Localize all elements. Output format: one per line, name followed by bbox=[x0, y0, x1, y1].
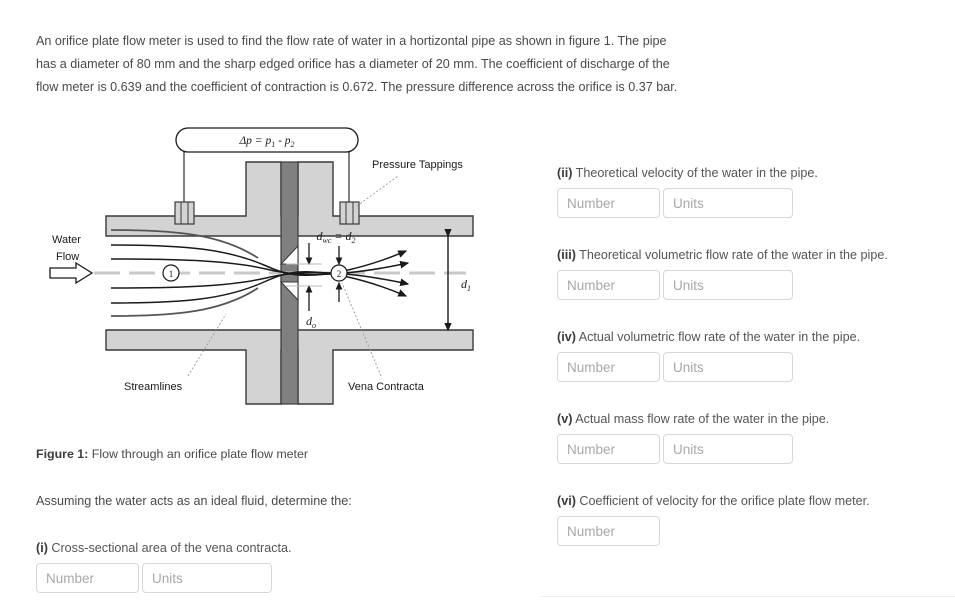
question-v-fields bbox=[557, 434, 829, 464]
question-ii-marker: (ii) bbox=[557, 166, 573, 180]
flow-arrow-icon bbox=[49, 261, 94, 285]
question-iv: (iv) Actual volumetric flow rate of the … bbox=[557, 330, 860, 382]
question-v-units-input[interactable] bbox=[663, 434, 793, 464]
question-i-number-input[interactable] bbox=[36, 563, 139, 593]
question-ii-number-input[interactable] bbox=[557, 188, 660, 218]
question-iv-units-input[interactable] bbox=[663, 352, 793, 382]
question-ii-fields bbox=[557, 188, 818, 218]
question-iii-label: (iii) Theoretical volumetric flow rate o… bbox=[557, 248, 888, 262]
question-iii-number-input[interactable] bbox=[557, 270, 660, 300]
question-iii-text: Theoretical volumetric flow rate of the … bbox=[575, 248, 888, 262]
figure-caption-text: Flow through an orifice plate flow meter bbox=[88, 447, 309, 461]
question-iv-label: (iv) Actual volumetric flow rate of the … bbox=[557, 330, 860, 344]
question-v-text: Actual mass flow rate of the water in th… bbox=[572, 412, 830, 426]
station-1-label: 1 bbox=[169, 269, 174, 279]
dwc-label: dwc = d2 bbox=[317, 229, 356, 245]
question-iv-number-input[interactable] bbox=[557, 352, 660, 382]
question-iv-fields bbox=[557, 352, 860, 382]
question-i-units-input[interactable] bbox=[142, 563, 272, 593]
question-iv-text: Actual volumetric flow rate of the water… bbox=[575, 330, 861, 344]
question-i-text: Cross-sectional area of the vena contrac… bbox=[47, 541, 292, 555]
question-iii: (iii) Theoretical volumetric flow rate o… bbox=[557, 248, 888, 300]
pressure-tappings-leader bbox=[356, 175, 399, 207]
question-ii-units-input[interactable] bbox=[663, 188, 793, 218]
question-i-marker: (i) bbox=[36, 541, 48, 555]
figure-container: Δp = p1 - p2 Water Flow 1 2 do dwc = d2 … bbox=[36, 118, 536, 413]
orifice-diagram-svg: Δp = p1 - p2 Water Flow 1 2 do dwc = d2 … bbox=[49, 127, 474, 405]
do-label: do bbox=[306, 314, 316, 330]
question-i: (i) Cross-sectional area of the vena con… bbox=[36, 541, 292, 593]
question-i-label: (i) Cross-sectional area of the vena con… bbox=[36, 541, 292, 555]
streamlines-label: Streamlines bbox=[124, 381, 183, 393]
orifice-diagram: Δp = p1 - p2 Water Flow 1 2 do dwc = d2 … bbox=[36, 118, 536, 413]
question-iii-fields bbox=[557, 270, 888, 300]
question-vi: (vi) Coefficient of velocity for the ori… bbox=[557, 494, 870, 546]
question-i-fields bbox=[36, 563, 292, 593]
station-2-label: 2 bbox=[337, 269, 342, 279]
pressure-tapping-left bbox=[174, 201, 195, 225]
manometer-label: Δp = p1 - p2 bbox=[238, 135, 294, 149]
question-vi-fields bbox=[557, 516, 870, 546]
question-iii-units-input[interactable] bbox=[663, 270, 793, 300]
question-ii-label: (ii) Theoretical velocity of the water i… bbox=[557, 166, 818, 180]
question-v: (v) Actual mass flow rate of the water i… bbox=[557, 412, 829, 464]
figure-caption: Figure 1: Flow through an orifice plate … bbox=[36, 447, 308, 461]
question-v-label: (v) Actual mass flow rate of the water i… bbox=[557, 412, 829, 426]
question-ii: (ii) Theoretical velocity of the water i… bbox=[557, 166, 818, 218]
question-v-marker: (v) bbox=[557, 412, 573, 426]
flow-label: Flow bbox=[56, 251, 79, 263]
pressure-tappings-label: Pressure Tappings bbox=[372, 159, 463, 171]
water-label: Water bbox=[52, 234, 81, 246]
question-vi-text: Coefficient of velocity for the orifice … bbox=[575, 494, 870, 508]
question-vi-number-input[interactable] bbox=[557, 516, 660, 546]
pressure-tapping-right bbox=[339, 201, 360, 225]
question-v-number-input[interactable] bbox=[557, 434, 660, 464]
question-vi-marker: (vi) bbox=[557, 494, 576, 508]
question-iii-marker: (iii) bbox=[557, 248, 576, 262]
vena-contracta-label: Vena Contracta bbox=[348, 381, 425, 393]
page-root: An orifice plate flow meter is used to f… bbox=[0, 0, 955, 612]
question-vi-label: (vi) Coefficient of velocity for the ori… bbox=[557, 494, 870, 508]
assumption-line: Assuming the water acts as an ideal flui… bbox=[36, 494, 352, 508]
question-ii-text: Theoretical velocity of the water in the… bbox=[572, 166, 818, 180]
footer-divider bbox=[540, 596, 955, 597]
problem-statement: An orifice plate flow meter is used to f… bbox=[36, 34, 678, 94]
question-iv-marker: (iv) bbox=[557, 330, 576, 344]
figure-caption-prefix: Figure 1: bbox=[36, 447, 89, 461]
d1-label: d1 bbox=[461, 277, 471, 293]
